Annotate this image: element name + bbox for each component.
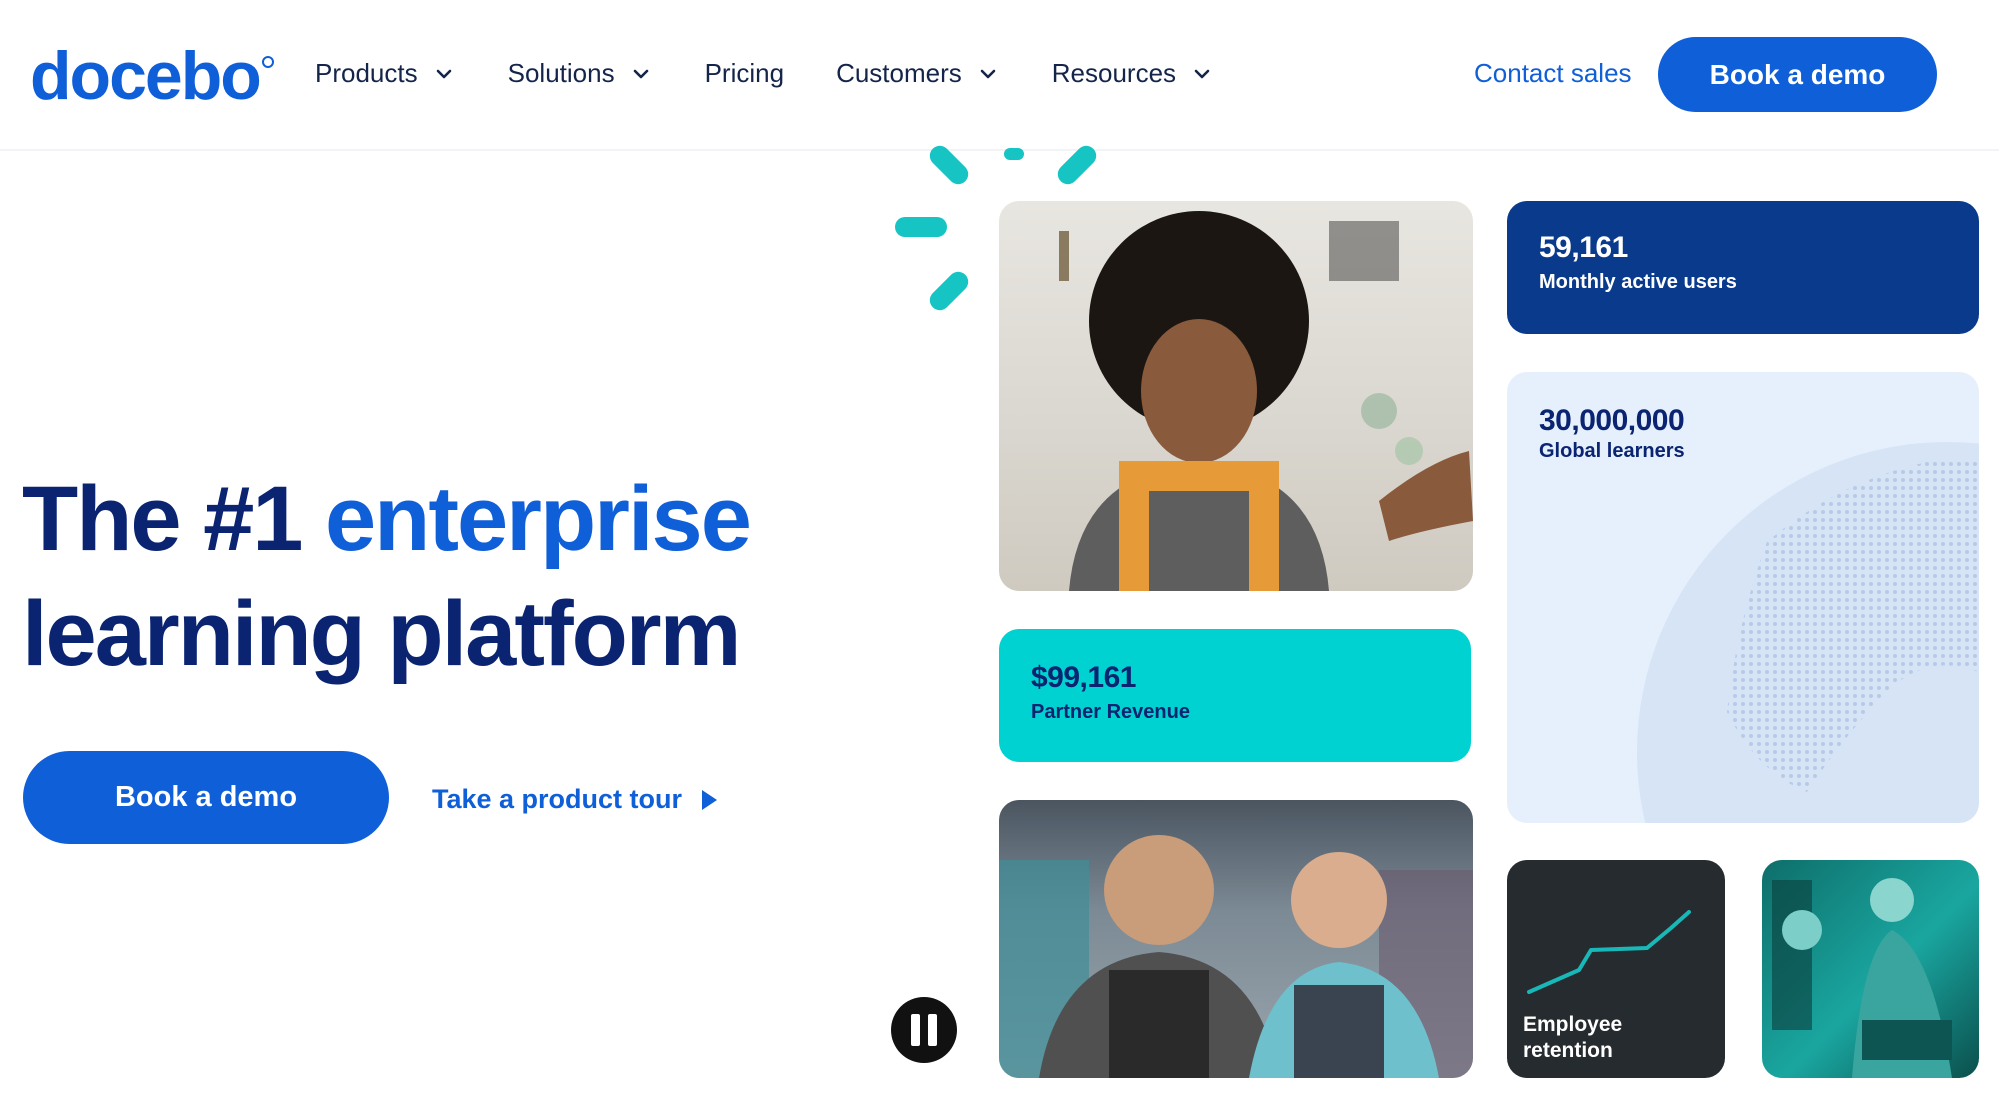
nav-item-customers[interactable]: Customers bbox=[836, 58, 1000, 89]
logo-text: docebo bbox=[30, 38, 262, 114]
nav-item-label: Products bbox=[315, 58, 418, 88]
globe-icon bbox=[1637, 442, 1979, 823]
team-illustration bbox=[999, 835, 1473, 1078]
meeting-illustration bbox=[1772, 878, 1952, 1078]
chevron-down-icon bbox=[629, 62, 653, 86]
pause-button[interactable] bbox=[891, 997, 957, 1063]
team-photo bbox=[999, 800, 1473, 1078]
chevron-down-icon bbox=[976, 62, 1000, 86]
learner-photo bbox=[999, 201, 1473, 591]
meeting-photo bbox=[1762, 860, 1979, 1078]
site-header: docebo Products Solutions Pricing Custom… bbox=[0, 0, 1999, 151]
nav-item-label: Customers bbox=[836, 58, 962, 88]
chevron-down-icon bbox=[432, 62, 456, 86]
retention-label-line1: Employee bbox=[1523, 1013, 1623, 1036]
stat-label: Monthly active users bbox=[1539, 271, 1737, 293]
nav-item-resources[interactable]: Resources bbox=[1052, 58, 1214, 89]
nav-item-solutions[interactable]: Solutions bbox=[508, 58, 653, 89]
retention-label: Employee retention bbox=[1523, 1012, 1622, 1064]
hero-title-accent: enterprise bbox=[325, 468, 752, 570]
stat-card-global-learners: 30,000,000 Global learners bbox=[1507, 372, 1979, 823]
stat-card-partner-revenue: $99,161 Partner Revenue bbox=[999, 629, 1471, 762]
play-arrow-icon bbox=[702, 789, 718, 810]
book-demo-button-header[interactable]: Book a demo bbox=[1658, 37, 1937, 112]
sparkle-dash bbox=[1004, 148, 1024, 160]
registered-icon bbox=[261, 56, 274, 68]
hero-title-part1: The #1 bbox=[22, 468, 326, 570]
nav-item-label: Solutions bbox=[507, 58, 615, 88]
stat-value: $99,161 bbox=[1031, 661, 1136, 694]
learner-illustration bbox=[1059, 211, 1473, 591]
product-tour-link[interactable]: Take a product tour bbox=[432, 784, 718, 815]
hero-title: The #1 enterprise learning platform bbox=[22, 462, 752, 692]
stat-value: 59,161 bbox=[1539, 231, 1628, 264]
contact-sales-link[interactable]: Contact sales bbox=[1474, 58, 1632, 89]
sparkle-dash bbox=[925, 267, 973, 315]
nav-item-label: Resources bbox=[1051, 58, 1177, 88]
pause-icon-bar bbox=[928, 1014, 937, 1046]
nav-item-label: Pricing bbox=[704, 58, 785, 88]
chevron-down-icon bbox=[1190, 62, 1214, 86]
sparkle-dash bbox=[895, 217, 947, 237]
nav-item-products[interactable]: Products bbox=[315, 58, 456, 89]
product-tour-label: Take a product tour bbox=[432, 784, 683, 814]
docebo-logo[interactable]: docebo bbox=[30, 38, 274, 114]
hero-title-part2: learning platform bbox=[22, 583, 741, 685]
retention-label-line2: retention bbox=[1523, 1039, 1613, 1062]
nav-item-pricing[interactable]: Pricing bbox=[705, 58, 784, 89]
stat-card-employee-retention: Employee retention bbox=[1507, 860, 1725, 1078]
stat-card-monthly-users: 59,161 Monthly active users bbox=[1507, 201, 1979, 334]
book-demo-button-hero[interactable]: Book a demo bbox=[23, 751, 389, 844]
pause-icon-bar bbox=[911, 1014, 920, 1046]
stat-label: Partner Revenue bbox=[1031, 701, 1190, 723]
main-nav: Products Solutions Pricing Customers Res… bbox=[315, 58, 1266, 89]
